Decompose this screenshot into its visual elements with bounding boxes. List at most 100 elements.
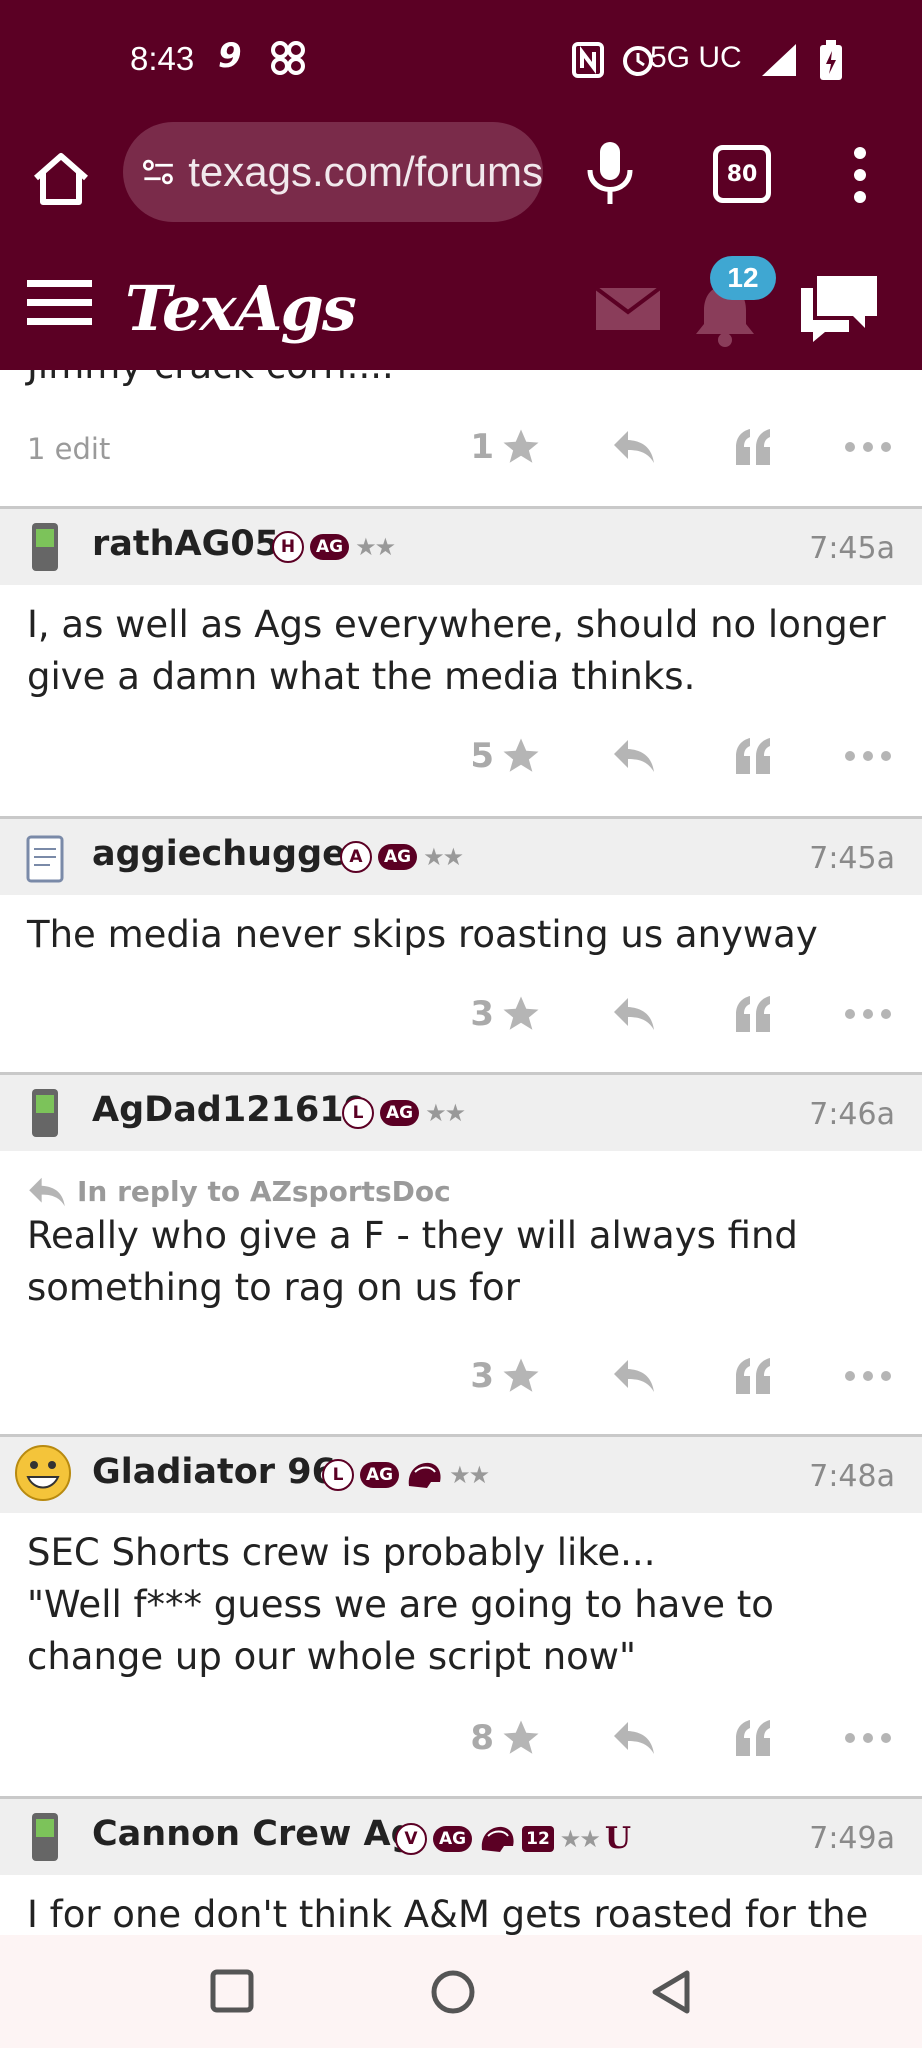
user-badges: L AG ★★ [322,1459,490,1491]
helmet-badge-icon [481,1826,514,1852]
post-actions: 3 [470,1351,892,1401]
star-icon[interactable] [500,993,542,1035]
username[interactable]: Cannon Crew Ag [92,1814,416,1854]
edit-note[interactable]: 1 edit [27,432,110,466]
status-time: 8:43 [130,40,195,77]
post-body: Really who give a F - they will always f… [27,1214,798,1309]
phone-avatar-icon[interactable] [20,1087,70,1139]
texags-logo[interactable]: TexAgs [125,272,357,345]
post-time: 7:49a [809,1821,895,1856]
phone-avatar-icon[interactable] [20,521,70,573]
back-icon[interactable] [650,1969,692,2015]
ag-badge: AG [310,534,350,560]
level-badge: L [342,1097,374,1129]
home-nav-icon[interactable] [430,1969,476,2015]
like-count: 5 [470,736,494,776]
post: AgDad121619 L AG ★★ 7:46a In reply to AZ… [0,1072,922,1437]
utah-badge: U [604,1821,631,1856]
level-badge: L [322,1459,354,1491]
level-badge: V [395,1822,427,1855]
star-icon[interactable] [500,1717,542,1759]
post-body: I for one don't think A&M gets roasted f… [27,1893,869,1935]
more-actions-icon[interactable] [844,750,892,762]
nfc-icon [572,42,604,78]
thread-content: Jimmy crack corn.... 1 edit 1 rathAG05 H… [0,370,922,1935]
recents-icon[interactable] [210,1969,254,2013]
post-actions: 8 [470,1713,892,1763]
menu-icon[interactable] [27,278,92,328]
app-9-icon: 9 [218,36,242,76]
quote-icon[interactable] [732,1358,774,1394]
overflow-menu-icon[interactable] [850,145,870,205]
user-badges: L AG ★★ [342,1097,466,1129]
like-count: 3 [470,1356,494,1396]
post-time: 7:48a [809,1459,895,1494]
phone-avatar-icon[interactable] [20,1811,70,1863]
post: rathAG05 H AG ★★ 7:45a I, as well as Ags… [0,506,922,819]
network-type: 5G UC [650,41,742,74]
address-bar[interactable]: texags.com/forums [123,122,543,222]
quote-icon[interactable] [732,738,774,774]
username[interactable]: Gladiator 96 [92,1452,336,1492]
post-header: Gladiator 96 L AG ★★ 7:48a [0,1437,922,1513]
reply-icon[interactable] [612,429,656,465]
ag-badge: AG [433,1825,473,1852]
pinwheel-icon [271,41,305,75]
stars-badge: ★★ [425,1099,466,1127]
post-body: The media never skips roasting us anyway [27,913,818,956]
stars-badge: ★★ [423,843,464,871]
reply-icon[interactable] [612,1358,656,1394]
post: aggiechugger A AG ★★ 7:45a The media nev… [0,816,922,1075]
user-badges: V AG 12 ★★ U [395,1821,631,1856]
post-body: SEC Shorts crew is probably like... "Wel… [0,1513,922,1683]
reply-icon[interactable] [612,996,656,1032]
notification-count-badge: 12 [710,256,776,300]
quote-icon[interactable] [732,996,774,1032]
more-actions-icon[interactable] [844,1732,892,1744]
site-settings-icon[interactable] [143,152,174,192]
ag-badge: AG [360,1462,400,1488]
microphone-icon[interactable] [585,140,635,206]
star-icon[interactable] [500,1355,542,1397]
reply-reference[interactable]: In reply to AZsportsDoc [0,1151,922,1208]
username[interactable]: aggiechugger [92,834,363,874]
quote-icon[interactable] [732,429,774,465]
reply-icon[interactable] [612,738,656,774]
more-actions-icon[interactable] [844,441,892,453]
post-time: 7:46a [809,1097,895,1132]
post-actions: 1 [470,422,892,472]
helmet-badge-icon [408,1462,441,1488]
notepad-avatar-icon[interactable] [20,831,70,883]
status-bar: 8:43 9 5G UC [0,0,922,118]
reply-to-text: In reply to AZsportsDoc [77,1175,451,1208]
twelfth-man-badge: 12 [522,1825,554,1852]
ag-badge: AG [380,1100,420,1126]
chat-icon[interactable] [797,272,882,344]
level-badge: H [272,531,304,563]
username[interactable]: AgDad121619 [92,1090,368,1130]
smiley-avatar-icon[interactable] [14,1443,72,1503]
site-header: TexAgs [0,240,922,370]
like-count: 1 [470,427,494,467]
post-body: I, as well as Ags everywhere, should no … [27,603,886,698]
battery-charging-icon [820,40,842,80]
post: Gladiator 96 L AG ★★ 7:48a SEC Shorts cr… [0,1434,922,1799]
stars-badge: ★★ [355,533,396,561]
star-icon[interactable] [500,426,542,468]
username[interactable]: rathAG05 [92,524,279,564]
more-actions-icon[interactable] [844,1370,892,1382]
reply-arrow-icon [29,1177,65,1206]
post-actions: 3 [470,989,892,1039]
home-icon[interactable] [30,148,92,210]
quote-icon[interactable] [732,1720,774,1756]
star-icon[interactable] [500,735,542,777]
post-header: AgDad121619 L AG ★★ 7:46a [0,1075,922,1151]
url-text: texags.com/forums [188,148,543,195]
like-count: 3 [470,994,494,1034]
post-time: 7:45a [809,841,895,876]
ag-badge: AG [378,844,418,870]
reply-icon[interactable] [612,1720,656,1756]
tab-switcher-button[interactable]: 80 [713,145,771,203]
mail-icon[interactable] [596,288,660,330]
more-actions-icon[interactable] [844,1008,892,1020]
